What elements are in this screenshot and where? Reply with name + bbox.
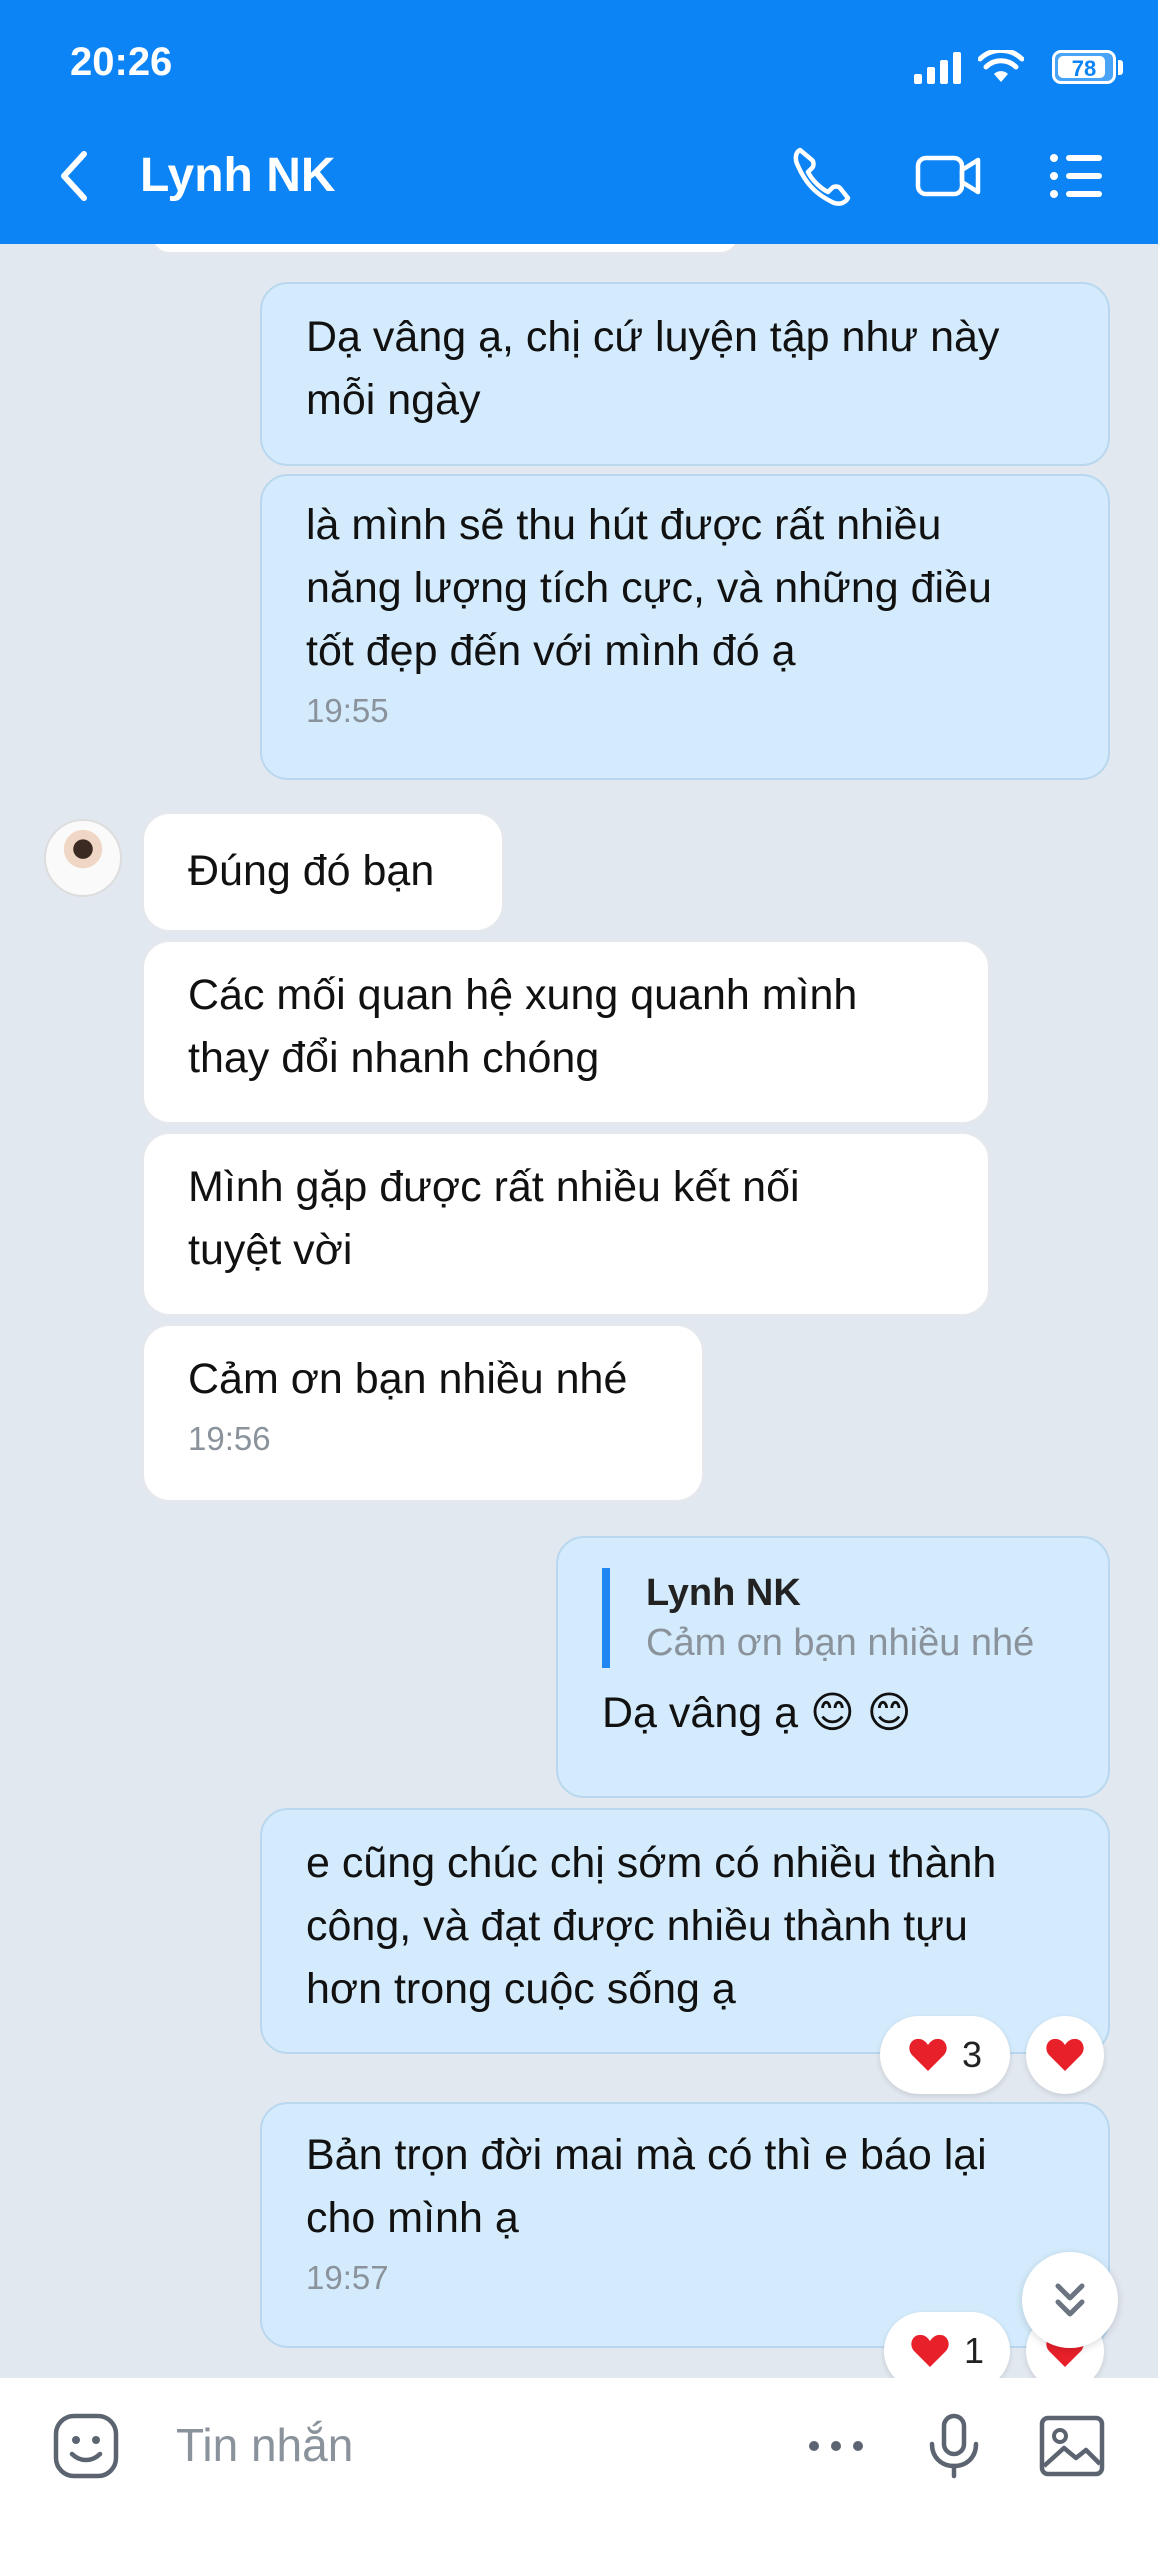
image-icon[interactable]	[1036, 2410, 1108, 2482]
quote-author: Lynh NK	[646, 1572, 801, 1614]
message-text: Bản trọn đời mai mà có thì e báo lại cho…	[306, 2131, 987, 2242]
message-bubble[interactable]: là mình sẽ thu hút được rất nhiều năng l…	[260, 474, 1110, 780]
message-bubble-partial	[150, 244, 740, 254]
message-bubble[interactable]: Bản trọn đời mai mà có thì e báo lại cho…	[260, 2102, 1110, 2348]
reply-bubble[interactable]: Lynh NK Cảm ơn bạn nhiều nhé Dạ vâng ạ 😊…	[556, 1536, 1110, 1798]
message-bubble[interactable]: Dạ vâng ạ, chị cứ luyện tập như này mỗi …	[260, 282, 1110, 466]
phone-icon[interactable]	[786, 140, 858, 212]
message-time: 19:57	[306, 2259, 389, 2296]
sticker-icon[interactable]	[50, 2410, 122, 2482]
message-text: là mình sẽ thu hút được rất nhiều năng l…	[306, 501, 992, 675]
message-time: 19:55	[306, 692, 389, 729]
message-bubble[interactable]: Đúng đó bạn	[142, 812, 504, 932]
avatar[interactable]	[44, 819, 122, 897]
message-text: Cảm ơn bạn nhiều nhé	[188, 1355, 628, 1403]
menu-icon[interactable]	[1040, 140, 1112, 212]
message-text: Mình gặp được rất nhiều kết nối tuyệt vờ…	[188, 1163, 800, 1274]
composer-bar: Tin nhắn	[0, 2378, 1158, 2560]
reaction-count: 1	[963, 2330, 985, 2371]
message-text: e cũng chúc chị sớm có nhiều thành công,…	[306, 1839, 997, 2013]
message-bubble[interactable]: Các mối quan hệ xung quanh mình thay đổi…	[142, 940, 990, 1124]
scroll-to-bottom-button[interactable]	[1022, 2252, 1118, 2348]
heart-icon	[1046, 2038, 1084, 2071]
message-text: Dạ vâng ạ 😊 😊	[602, 1689, 912, 1737]
contact-name[interactable]: Lynh NK	[140, 148, 336, 203]
quote-text: Cảm ơn bạn nhiều nhé	[646, 1622, 1035, 1664]
back-icon[interactable]	[54, 148, 98, 204]
message-bubble[interactable]: Mình gặp được rất nhiều kết nối tuyệt vờ…	[142, 1132, 990, 1316]
message-list[interactable]: Dạ vâng ạ, chị cứ luyện tập như này mỗi …	[0, 244, 1158, 2378]
message-text: Đúng đó bạn	[188, 847, 435, 895]
message-text: Các mối quan hệ xung quanh mình thay đổi…	[188, 971, 858, 1082]
video-icon[interactable]	[912, 140, 984, 212]
message-input[interactable]: Tin nhắn	[176, 2418, 353, 2472]
heart-icon	[909, 2038, 947, 2071]
react-button[interactable]	[1026, 2016, 1104, 2094]
quoted-message[interactable]: Lynh NK Cảm ơn bạn nhiều nhé	[602, 1568, 1064, 1668]
message-time: 19:56	[188, 1420, 271, 1457]
chevron-double-down-icon	[1055, 2283, 1085, 2317]
message-text: Dạ vâng ạ, chị cứ luyện tập như này mỗi …	[306, 313, 1000, 424]
status-time: 20:26	[70, 40, 173, 84]
chat-header: 20:26 78 Lynh NK	[0, 0, 1158, 244]
mic-icon[interactable]	[918, 2410, 990, 2482]
signal-icon	[914, 52, 961, 84]
reaction-summary[interactable]: 1	[884, 2312, 1010, 2378]
reaction-summary[interactable]: 3	[880, 2016, 1010, 2094]
battery-icon: 78	[1052, 50, 1116, 84]
wifi-icon	[978, 50, 1024, 82]
reaction-count: 3	[961, 2034, 983, 2075]
battery-level: 78	[1071, 56, 1097, 81]
heart-icon	[911, 2334, 949, 2367]
more-icon[interactable]	[800, 2410, 872, 2482]
message-bubble[interactable]: Cảm ơn bạn nhiều nhé 19:56	[142, 1324, 704, 1502]
